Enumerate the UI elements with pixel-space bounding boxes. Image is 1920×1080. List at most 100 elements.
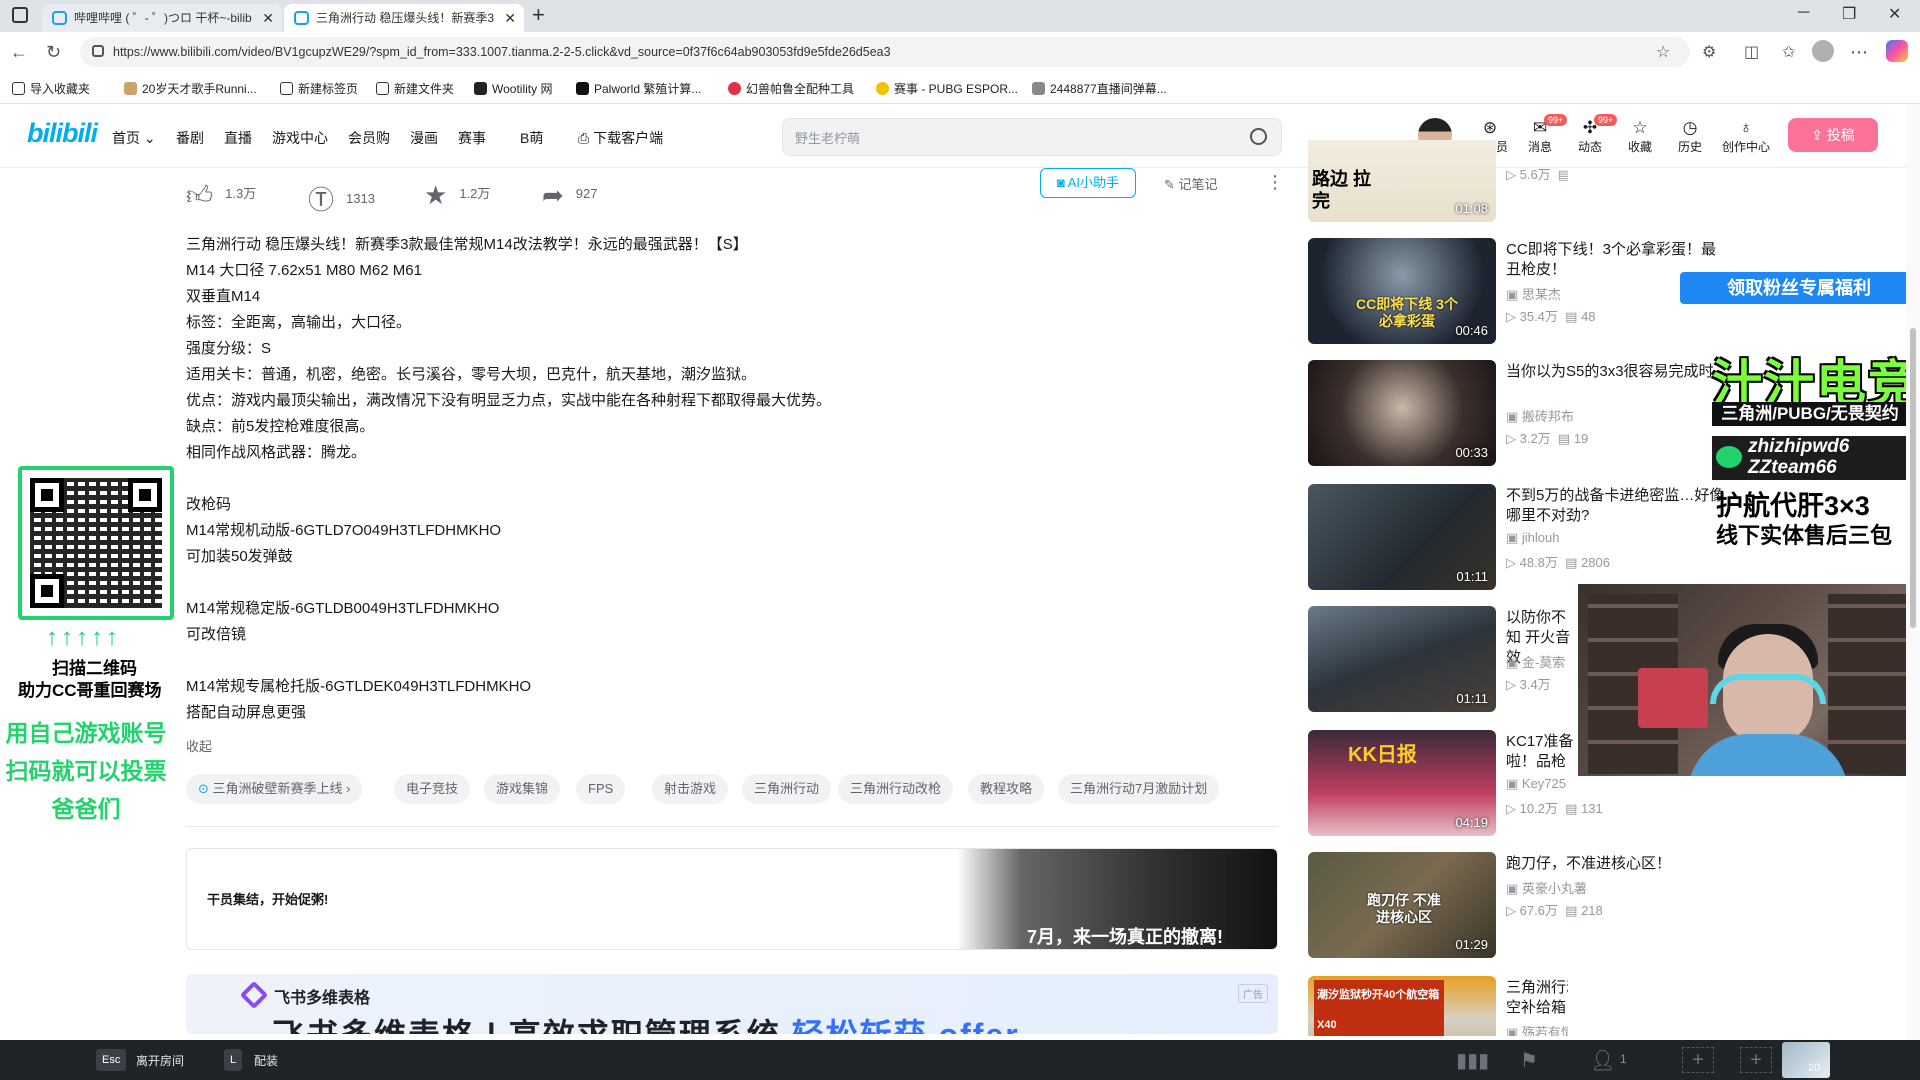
- nav-game-center[interactable]: 游戏中心: [272, 128, 328, 148]
- bilibili-logo[interactable]: bilibili: [27, 118, 98, 149]
- add-slot-icon[interactable]: +: [1682, 1047, 1714, 1073]
- more-icon[interactable]: ⋮: [1266, 172, 1284, 193]
- rec-uploader[interactable]: ▣ 殇若有情: [1506, 1022, 1568, 1036]
- rec-title[interactable]: 三角洲行动 秒开40个潮汐监狱航空补给箱，绝密监狱更…: [1506, 978, 1568, 1018]
- browser-tab-2[interactable]: 三角洲行动 稳压爆头线！新赛季3 ✕: [284, 4, 524, 32]
- rec-item[interactable]: 00:33 当你以为S5的3x3很容易完成时 ▣ 搬砖邦布 ▷ 3.2万 ▤ 1…: [1308, 360, 1714, 470]
- bookmark-item[interactable]: 导入收藏夹: [12, 80, 90, 97]
- close-window-icon[interactable]: ✕: [1888, 4, 1901, 24]
- rec-title[interactable]: KC17准备 啦！品枪: [1506, 732, 1576, 772]
- header-history[interactable]: ◷ 历史: [1670, 118, 1710, 155]
- header-creator[interactable]: ♁ 创作中心: [1720, 118, 1772, 155]
- tag-item[interactable]: FPS: [576, 774, 626, 804]
- collapse-link[interactable]: 收起: [186, 736, 212, 755]
- esc-key[interactable]: Esc: [96, 1049, 127, 1071]
- favorite-button[interactable]: ★ 1.2万: [424, 180, 490, 211]
- share-button[interactable]: ➦ 927: [542, 180, 598, 211]
- nav-bmeng[interactable]: B萌: [520, 128, 543, 148]
- close-tab-icon[interactable]: ✕: [262, 4, 274, 32]
- rec-item[interactable]: CC即将下线 3个必拿彩蛋 00:46 CC即将下线！3个必拿彩蛋！最丑枪皮！ …: [1308, 238, 1716, 348]
- header-favorites[interactable]: ☆ 收藏: [1620, 118, 1660, 155]
- rec-item[interactable]: 01:11 以防你不知 开火音效 ▣ 金-莫索 ▷ 3.4万: [1308, 606, 1570, 716]
- bookmark-item[interactable]: Palworld 繁殖计算...: [576, 80, 701, 97]
- refresh-icon[interactable]: ↻: [46, 42, 61, 63]
- nav-esports[interactable]: 赛事: [458, 128, 486, 148]
- rec-title[interactable]: 跑刀仔，不准进核心区！: [1506, 854, 1726, 874]
- more-menu-icon[interactable]: ⋯: [1850, 42, 1868, 63]
- bookmark-item[interactable]: Wootility 网: [474, 80, 552, 97]
- l-key[interactable]: L: [224, 1049, 243, 1071]
- tag-item[interactable]: 三角洲行动7月激励计划: [1058, 774, 1220, 804]
- rec-uploader[interactable]: ▣ 金-莫索: [1506, 652, 1565, 671]
- rec-item[interactable]: 路边 拉完 01:08 ▷ 5.6万 ▤ 40: [1308, 140, 1568, 222]
- feishu-ad-banner[interactable]: 飞书多维表格 飞书多维表格 | 高效求职管理系统 轻松斩获 offer 广告: [186, 974, 1278, 1034]
- like-button[interactable]: 👍︎ 1.3万: [186, 180, 256, 211]
- rec-uploader[interactable]: ▣ 英豪小丸薯: [1506, 878, 1587, 897]
- sidebar-toggle-icon[interactable]: [12, 7, 28, 23]
- leave-room-label[interactable]: 离开房间: [136, 1052, 184, 1069]
- nav-live[interactable]: 直播: [224, 128, 252, 148]
- nav-anime[interactable]: 番剧: [176, 128, 204, 148]
- split-screen-icon[interactable]: ◫: [1744, 42, 1759, 62]
- ai-assistant-button[interactable]: ◙ AI小助手: [1040, 168, 1136, 198]
- minimize-icon[interactable]: ─: [1798, 4, 1809, 22]
- bookmark-item[interactable]: 幻兽帕鲁全配种工具: [728, 80, 854, 97]
- tag-topic[interactable]: ⊙ 三角洲破壁新赛季上线 ›: [186, 774, 363, 804]
- scrollbar-thumb[interactable]: [1910, 328, 1916, 628]
- tag-item[interactable]: 游戏集锦: [484, 774, 561, 804]
- tag-item[interactable]: 电子竞技: [394, 774, 471, 804]
- loadout-label[interactable]: 配装: [254, 1052, 278, 1069]
- search-bar[interactable]: 野生老柠萌: [782, 118, 1282, 156]
- new-tab-icon[interactable]: +: [532, 2, 545, 28]
- browser-tab-1[interactable]: 哔哩哔哩 ( ゜- ゜)つロ 干杯~-bilib ✕: [42, 4, 282, 32]
- rec-uploader[interactable]: ▣ Key725: [1506, 776, 1566, 792]
- url-field[interactable]: https://www.bilibili.com/video/BV1gcupzW…: [80, 37, 1690, 67]
- notes-button[interactable]: ✎ 记笔记: [1164, 174, 1218, 193]
- nav-home[interactable]: 首页 ⌄: [112, 128, 156, 148]
- aftersales-text: 线下实体售后三包: [1716, 523, 1893, 548]
- close-tab-icon[interactable]: ✕: [504, 4, 516, 32]
- rec-uploader[interactable]: ▣ 思某杰: [1506, 284, 1561, 303]
- header-dynamic[interactable]: ✣ 99+ 动态: [1570, 114, 1618, 155]
- upload-button[interactable]: ⇪ 投稿: [1788, 118, 1878, 152]
- duration: 01:08: [1455, 201, 1488, 216]
- nav-download[interactable]: ⎙ 下载客户端: [578, 128, 663, 148]
- bookmark-item[interactable]: 20岁天才歌手Runni...: [124, 80, 257, 97]
- tag-item[interactable]: 三角洲行动: [742, 774, 832, 804]
- player-avatar[interactable]: [1782, 1042, 1830, 1078]
- extensions-icon[interactable]: ⚙: [1702, 42, 1716, 62]
- favorites-icon[interactable]: ✩: [1782, 42, 1795, 62]
- rec-item[interactable]: 01:11 不到5万的战备卡进绝密监…好像哪里不对劲? ▣ jihlouh ▷ …: [1308, 484, 1724, 594]
- fan-welfare-button[interactable]: 领取粉丝专属福利: [1680, 272, 1918, 304]
- add-slot-icon[interactable]: +: [1740, 1047, 1772, 1073]
- bookmark-item[interactable]: 2448877直播间弹幕...: [1032, 80, 1167, 97]
- tag-item[interactable]: 射击游戏: [652, 774, 729, 804]
- nav-shop[interactable]: 会员购: [348, 128, 390, 148]
- team-icon[interactable]: 👤︎: [1590, 1048, 1615, 1073]
- search-input[interactable]: 野生老柠萌: [795, 128, 860, 147]
- copilot-icon[interactable]: [1886, 40, 1908, 62]
- flag-icon[interactable]: ⚑: [1520, 1048, 1538, 1073]
- bookmark-item[interactable]: 新建文件夹: [376, 80, 454, 97]
- rec-item[interactable]: 跑刀仔 不准进核心区 01:29 跑刀仔，不准进核心区！ ▣ 英豪小丸薯 ▷ 6…: [1308, 852, 1671, 962]
- rec-item[interactable]: KK日报 04:19 KC17准备 啦！品枪 ▣ Key725 ▷ 10.2万 …: [1308, 730, 1603, 840]
- rec-uploader[interactable]: ▣ jihlouh: [1506, 530, 1560, 546]
- stats-icon[interactable]: ▮▮▮: [1456, 1048, 1489, 1073]
- promo-card[interactable]: 干员集结，开始促粥! 7月，来一场真正的撤离!: [186, 848, 1278, 950]
- rec-title[interactable]: 不到5万的战备卡进绝密监…好像哪里不对劲?: [1506, 486, 1726, 526]
- tag-item[interactable]: 三角洲行动改枪: [838, 774, 954, 804]
- bookmark-item[interactable]: 赛事 - PUBG ESPOR...: [876, 80, 1018, 97]
- rec-title[interactable]: 当你以为S5的3x3很容易完成时: [1506, 362, 1726, 382]
- feishu-brand: 飞书多维表格: [274, 990, 371, 1007]
- nav-manga[interactable]: 漫画: [410, 128, 438, 148]
- bookmark-item[interactable]: 新建标签页: [280, 80, 358, 97]
- rec-uploader[interactable]: ▣ 搬砖邦布: [1506, 406, 1574, 425]
- restore-icon[interactable]: ❐: [1842, 4, 1856, 24]
- rec-item[interactable]: 潮汐监狱秒开40个航空箱 X40 三角洲行动 秒开40个潮汐监狱航空补给箱，绝密…: [1308, 976, 1568, 1036]
- back-icon[interactable]: ←: [10, 42, 28, 63]
- profile-avatar[interactable]: [1812, 40, 1834, 62]
- bookmark-star-icon[interactable]: ☆: [1656, 42, 1670, 62]
- coin-button[interactable]: Ⓣ 1313: [308, 180, 375, 217]
- tag-item[interactable]: 教程攻略: [968, 774, 1045, 804]
- search-icon[interactable]: [1250, 128, 1267, 145]
